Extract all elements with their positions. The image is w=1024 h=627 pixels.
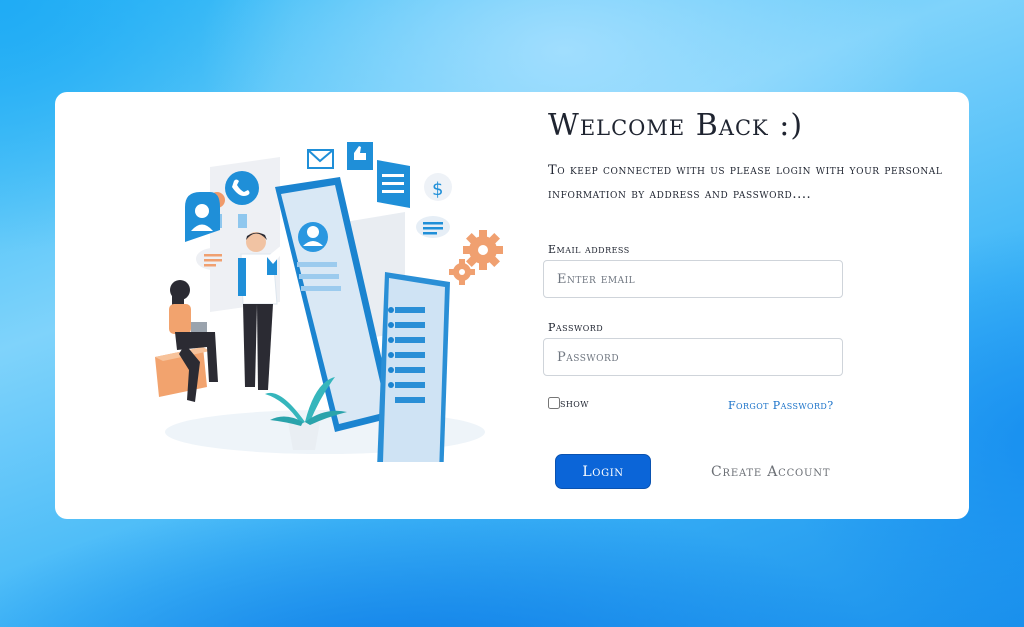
email-field[interactable] (543, 260, 843, 298)
login-button[interactable]: Login (555, 454, 651, 489)
password-field[interactable] (543, 338, 843, 376)
show-password-label: show (560, 396, 589, 410)
login-card: $ Welcome Back:) To keep connected with… (55, 92, 969, 519)
password-label: Password (548, 321, 604, 334)
standing-man (238, 232, 285, 390)
create-account-link[interactable]: Create Account (711, 464, 830, 480)
forgot-password-link[interactable]: Forgot Password? (728, 399, 834, 412)
phone-call-icon (225, 171, 259, 205)
login-illustration: $ (115, 132, 515, 482)
show-password-checkbox[interactable] (548, 397, 560, 409)
show-password-toggle[interactable]: show (548, 396, 589, 410)
page-subtitle: To keep connected with us please login w… (548, 163, 943, 202)
illustration-graphic: $ (155, 142, 503, 482)
page-title: Welcome Back :) (548, 108, 804, 143)
email-label: Email address (548, 243, 630, 256)
login-form: Welcome Back :) To keep connected with u… (543, 92, 943, 519)
gear-icon (449, 230, 503, 285)
svg-text:$: $ (432, 179, 443, 200)
phone-small-icon (238, 214, 247, 228)
